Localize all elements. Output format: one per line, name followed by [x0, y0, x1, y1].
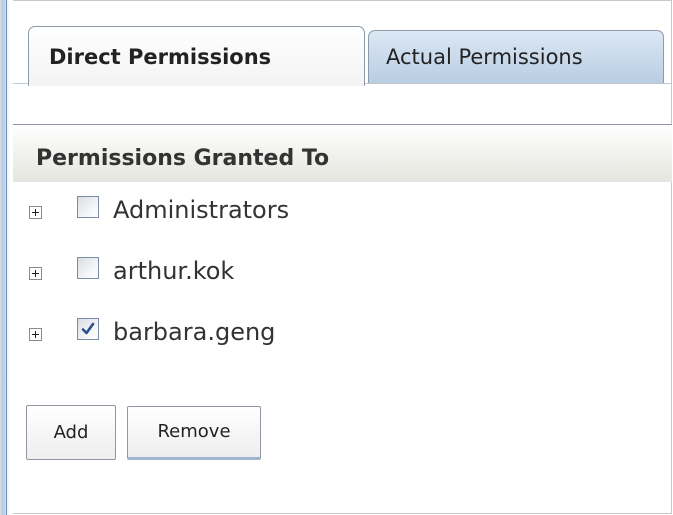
- principal-name: barbara.geng: [113, 318, 276, 346]
- tab-direct-permissions-label: Direct Permissions: [49, 45, 272, 69]
- select-checkbox[interactable]: [77, 318, 99, 340]
- left-rail: [0, 0, 13, 515]
- section-title: Permissions Granted To: [36, 146, 330, 171]
- checkmark-icon: [81, 322, 95, 335]
- tab-direct-permissions[interactable]: Direct Permissions: [28, 26, 365, 86]
- principal-name: Administrators: [113, 196, 290, 224]
- select-checkbox[interactable]: [77, 257, 99, 279]
- expand-plus-icon[interactable]: [29, 267, 42, 280]
- tab-actual-permissions[interactable]: Actual Permissions: [368, 30, 664, 83]
- remove-button[interactable]: Remove: [127, 406, 261, 460]
- expand-plus-icon[interactable]: [29, 328, 42, 341]
- tab-actual-permissions-label: Actual Permissions: [386, 45, 583, 69]
- add-button[interactable]: Add: [26, 405, 116, 460]
- expand-plus-icon[interactable]: [29, 206, 42, 219]
- select-checkbox[interactable]: [77, 196, 99, 218]
- section-header: Permissions Granted To: [13, 124, 672, 182]
- principal-name: arthur.kok: [113, 257, 235, 285]
